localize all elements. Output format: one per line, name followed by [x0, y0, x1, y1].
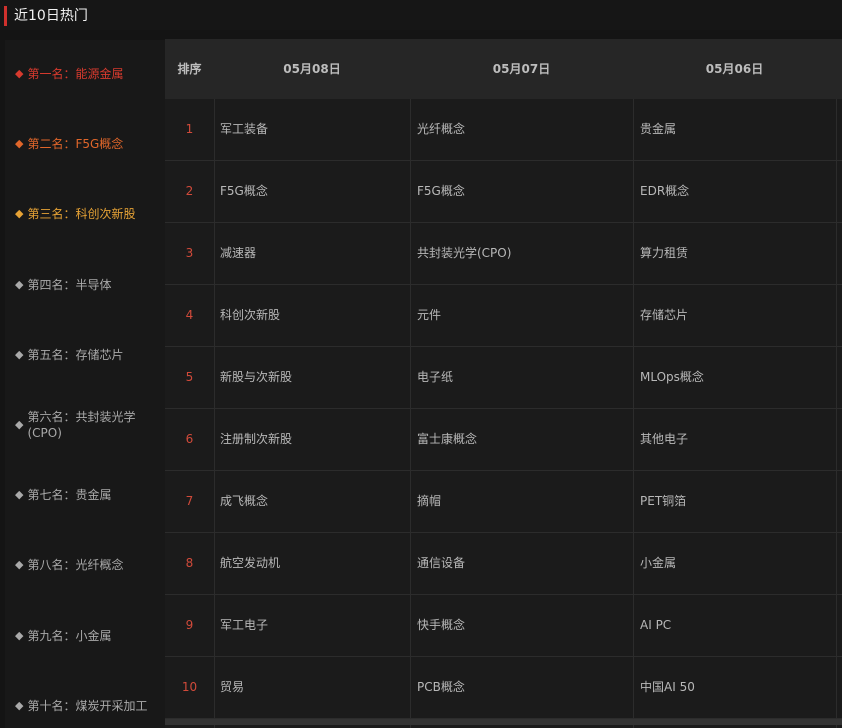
rank-number: 9 — [185, 618, 194, 632]
sector-cell[interactable]: PCB概念 — [417, 657, 465, 718]
table-row: 7 成飞概念 摘帽 PET铜箔 — [165, 471, 842, 533]
sector-cell[interactable]: 中国AI 50 — [640, 657, 695, 718]
rank-number: 6 — [185, 432, 194, 446]
sector-cell[interactable]: 注册制次新股 — [220, 409, 292, 470]
sector-cell[interactable]: 军工电子 — [220, 595, 268, 656]
rank-item-7[interactable]: ◆ 第七名：贵金属 — [15, 487, 165, 503]
ranking-sidebar: ◆ 第一名：能源金属 ◆ 第二名：F5G概念 ◆ 第三名：科创次新股 ◆ 第四名… — [5, 40, 165, 728]
table-row: 8 航空发动机 通信设备 小金属 — [165, 533, 842, 595]
sector-cell[interactable]: 新股与次新股 — [220, 347, 292, 408]
column-divider — [633, 99, 634, 728]
rank-label: 第三名：科创次新股 — [27, 207, 136, 221]
sector-cell[interactable]: 科创次新股 — [220, 285, 280, 346]
horizontal-scrollbar[interactable] — [165, 719, 842, 725]
sector-cell[interactable]: 富士康概念 — [417, 409, 477, 470]
rank-label: 第一名：能源金属 — [27, 67, 124, 81]
panel-title: 近10日热门 — [14, 8, 88, 24]
sector-cell[interactable]: 摘帽 — [417, 471, 441, 532]
sector-cell[interactable]: 贸易 — [220, 657, 244, 718]
rank-number: 4 — [185, 308, 194, 322]
sector-cell[interactable]: 共封装光学(CPO) — [417, 223, 511, 284]
sector-cell[interactable]: F5G概念 — [220, 161, 268, 222]
sector-cell[interactable]: 成飞概念 — [220, 471, 268, 532]
table-row: 9 军工电子 快手概念 AI PC — [165, 595, 842, 657]
diamond-icon: ◆ — [15, 558, 24, 571]
rank-label: 第二名：F5G概念 — [27, 137, 124, 151]
rank-item-2[interactable]: ◆ 第二名：F5G概念 — [15, 136, 165, 152]
rank-item-1[interactable]: ◆ 第一名：能源金属 — [15, 66, 165, 82]
sector-cell[interactable]: 其他电子 — [640, 409, 688, 470]
sector-cell[interactable]: EDR概念 — [640, 161, 689, 222]
sector-cell[interactable]: 光纤概念 — [417, 99, 465, 160]
diamond-icon: ◆ — [15, 278, 24, 291]
table-row: 3 减速器 共封装光学(CPO) 算力租赁 — [165, 223, 842, 285]
sector-cell[interactable]: 通信设备 — [417, 533, 465, 594]
sector-cell[interactable]: 贵金属 — [640, 99, 676, 160]
table-row: 6 注册制次新股 富士康概念 其他电子 — [165, 409, 842, 471]
rank-number: 5 — [185, 370, 194, 384]
diamond-icon: ◆ — [15, 137, 24, 150]
table-row: 1 军工装备 光纤概念 贵金属 — [165, 99, 842, 161]
sector-cell[interactable]: 航空发动机 — [220, 533, 280, 594]
diamond-icon: ◆ — [15, 418, 24, 431]
hot-sectors-table: 排序 05月08日 05月07日 05月06日 1 军工装备 光纤概念 贵金属 … — [165, 39, 842, 728]
rank-number: 3 — [185, 246, 194, 260]
rank-label: 第六名：共封装光学 (CPO) — [27, 410, 136, 440]
sector-cell[interactable]: 算力租赁 — [640, 223, 688, 284]
panel-header: 近10日热门 — [0, 0, 842, 30]
rank-label: 第五名：存储芯片 — [27, 348, 124, 362]
sector-cell[interactable]: 小金属 — [640, 533, 676, 594]
sector-cell[interactable]: 快手概念 — [417, 595, 465, 656]
sector-cell[interactable]: MLOps概念 — [640, 347, 704, 408]
rank-number: 10 — [181, 680, 198, 694]
rank-label: 第四名：半导体 — [27, 278, 112, 292]
rank-item-8[interactable]: ◆ 第八名：光纤概念 — [15, 557, 165, 573]
rank-number: 8 — [185, 556, 194, 570]
column-header-rank: 排序 — [177, 62, 202, 76]
diamond-icon: ◆ — [15, 348, 24, 361]
rank-label: 第八名：光纤概念 — [27, 558, 124, 572]
column-header-date-2[interactable]: 05月07日 — [410, 39, 633, 99]
diamond-icon: ◆ — [15, 67, 24, 80]
sector-cell[interactable]: 电子纸 — [417, 347, 453, 408]
table-row: 2 F5G概念 F5G概念 EDR概念 — [165, 161, 842, 223]
rank-label: 第十名：煤炭开采加工 — [27, 699, 148, 713]
rank-number: 2 — [185, 184, 194, 198]
table-header: 排序 05月08日 05月07日 05月06日 — [165, 39, 842, 100]
diamond-icon: ◆ — [15, 488, 24, 501]
table-row: 5 新股与次新股 电子纸 MLOps概念 — [165, 347, 842, 409]
diamond-icon: ◆ — [15, 699, 24, 712]
sector-cell[interactable]: F5G概念 — [417, 161, 465, 222]
hot-sectors-panel: 近10日热门 ◆ 第一名：能源金属 ◆ 第二名：F5G概念 ◆ 第三名：科创次新… — [0, 0, 842, 728]
table-row: 4 科创次新股 元件 存储芯片 — [165, 285, 842, 347]
diamond-icon: ◆ — [15, 207, 24, 220]
column-header-date-1[interactable]: 05月08日 — [214, 39, 410, 99]
rank-item-10[interactable]: ◆ 第十名：煤炭开采加工 — [15, 698, 165, 714]
column-divider — [214, 99, 215, 728]
rank-item-3[interactable]: ◆ 第三名：科创次新股 — [15, 206, 165, 222]
column-divider — [836, 99, 837, 728]
column-divider — [410, 99, 411, 728]
sector-cell[interactable]: PET铜箔 — [640, 471, 686, 532]
sector-cell[interactable]: 元件 — [417, 285, 441, 346]
sector-cell[interactable]: 存储芯片 — [640, 285, 688, 346]
rank-item-6[interactable]: ◆ 第六名：共封装光学 (CPO) — [15, 409, 165, 441]
rank-label: 第七名：贵金属 — [27, 488, 112, 502]
sector-cell[interactable]: AI PC — [640, 595, 671, 656]
sector-cell[interactable]: 减速器 — [220, 223, 256, 284]
rank-item-9[interactable]: ◆ 第九名：小金属 — [15, 628, 165, 644]
diamond-icon: ◆ — [15, 629, 24, 642]
rank-number: 7 — [185, 494, 194, 508]
table-row: 10 贸易 PCB概念 中国AI 50 — [165, 657, 842, 719]
column-header-date-3[interactable]: 05月06日 — [633, 39, 836, 99]
header-accent-bar — [4, 6, 7, 26]
rank-item-4[interactable]: ◆ 第四名：半导体 — [15, 277, 165, 293]
rank-label: 第九名：小金属 — [27, 629, 112, 643]
sector-cell[interactable]: 军工装备 — [220, 99, 268, 160]
rank-number: 1 — [185, 122, 194, 136]
rank-item-5[interactable]: ◆ 第五名：存储芯片 — [15, 347, 165, 363]
